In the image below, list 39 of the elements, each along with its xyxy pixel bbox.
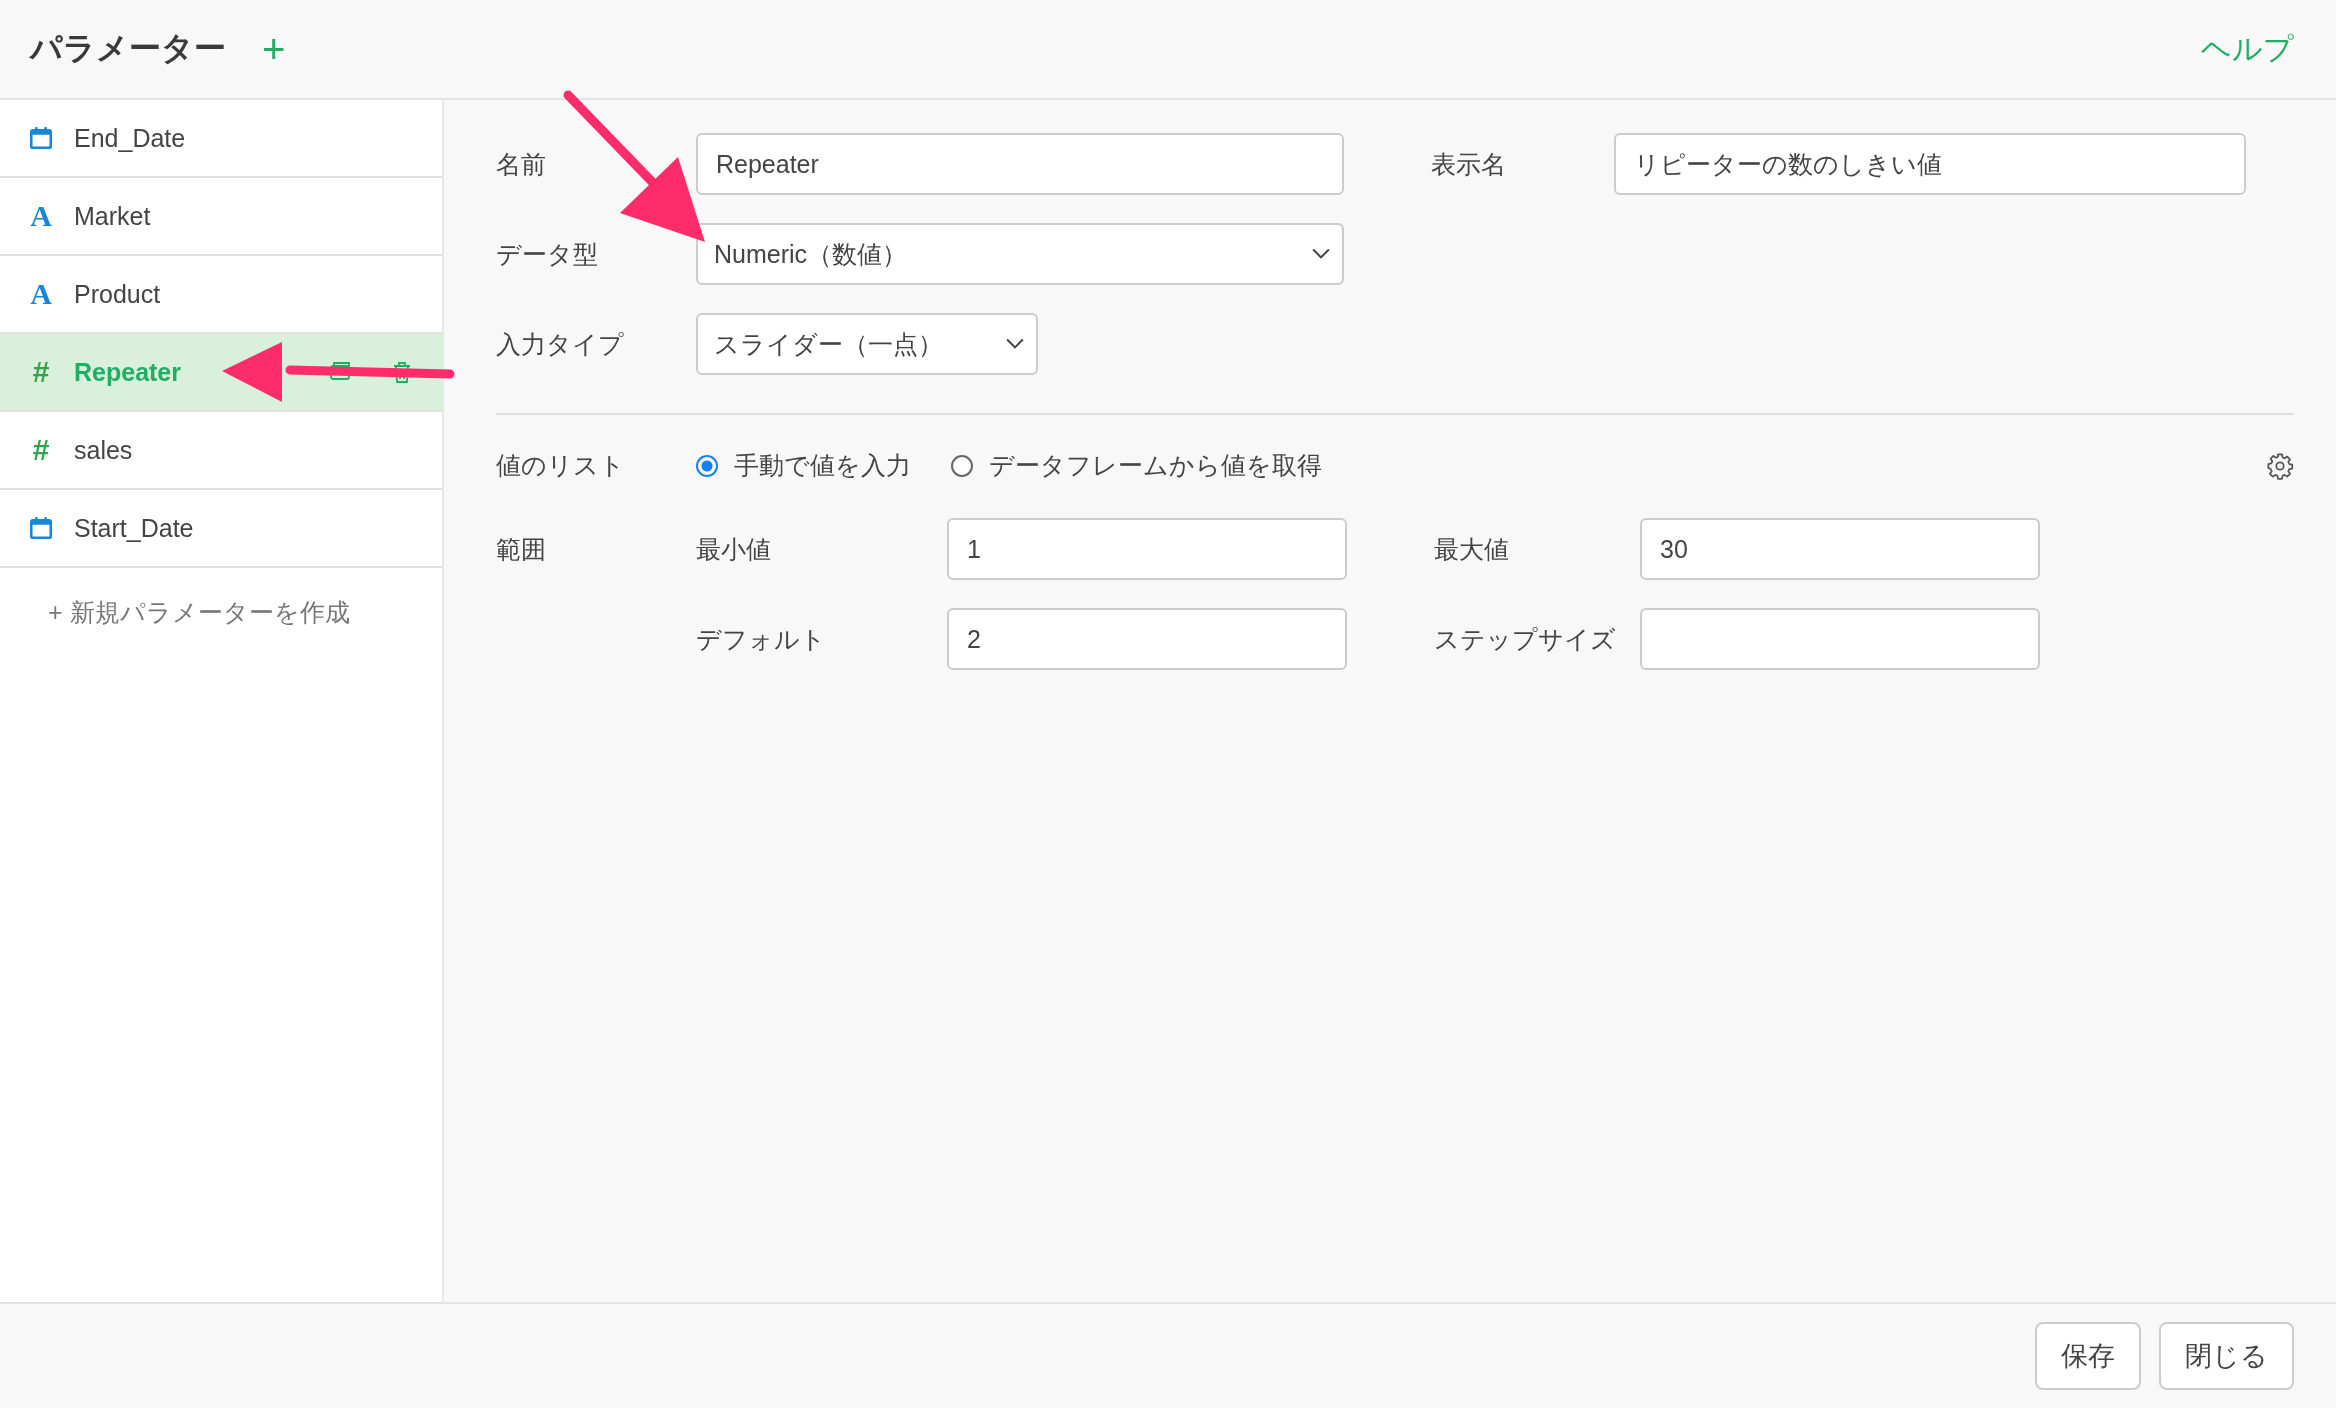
name-input[interactable]: Repeater [696,133,1344,195]
radio-option[interactable]: データフレームから値を取得 [951,449,1322,482]
settings-icon[interactable] [2266,451,2294,480]
field-label: データ型 [496,238,599,270]
field-label: ステップサイズ [1434,623,1617,655]
field-label: 範囲 [496,533,547,565]
data-type-select[interactable]: Numeric（数値） [696,223,1344,285]
input-type-select[interactable]: スライダー（一点） [696,313,1038,375]
calendar-icon [28,125,54,151]
hash-icon: # [28,355,54,389]
page-title: パラメーター [30,29,226,68]
hash-icon: # [28,433,54,467]
field-label: デフォルト [696,623,827,655]
letter-a-icon: A [28,199,54,233]
footer-button[interactable]: 閉じる [2159,1322,2294,1390]
letter-a-icon: A [28,277,54,311]
max-input[interactable]: 30 [1640,518,2040,580]
radio-button[interactable] [951,454,973,477]
default-input[interactable]: 2 [947,608,1347,670]
create-parameter-link[interactable]: + 新規パラメーターを作成 [0,568,442,657]
field-label: 入力タイプ [496,328,625,360]
sidebar-item[interactable]: A Market [0,178,442,256]
field-label: 値のリスト [496,450,626,481]
field-label: 名前 [496,148,547,180]
footer-button[interactable]: 保存 [2035,1322,2141,1390]
calendar-icon [28,515,54,541]
field-label: 最大値 [1434,533,1510,565]
display-name-input[interactable]: リピーターの数のしきい値 [1614,133,2246,195]
chevron-down-icon [1006,338,1024,350]
field-label: 最小値 [696,533,772,565]
sidebar-item[interactable]: Start_Date [0,490,442,568]
radio-option[interactable]: 手動で値を入力 [696,449,911,482]
chevron-down-icon [1312,248,1330,260]
sidebar-item[interactable]: End_Date [0,100,442,178]
radio-button[interactable] [696,454,718,477]
min-input[interactable]: 1 [947,518,1347,580]
field-label: 表示名 [1431,148,1507,180]
step-size-input[interactable] [1640,608,2040,670]
sidebar-item[interactable]: # sales [0,412,442,490]
